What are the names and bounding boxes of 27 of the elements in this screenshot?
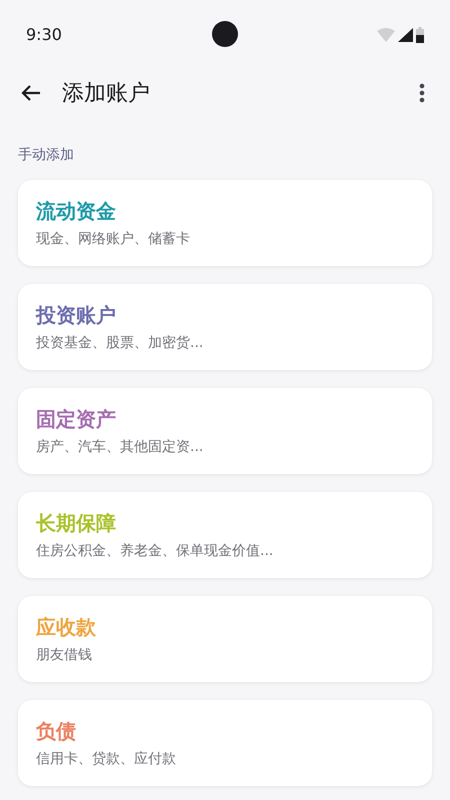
section-label: 手动添加 [18, 147, 74, 163]
account-type-title: 长期保障 [36, 510, 116, 537]
wifi-icon [377, 28, 395, 42]
account-type-card[interactable]: 投资账户 投资基金、股票、加密货... [18, 284, 432, 370]
account-type-title: 应收款 [36, 614, 96, 641]
account-type-description: 投资基金、股票、加密货... [36, 334, 204, 353]
account-type-title: 固定资产 [36, 406, 116, 433]
account-type-title: 负债 [36, 718, 76, 745]
account-type-card[interactable]: 流动资金 现金、网络账户、储蓄卡 [18, 180, 432, 266]
signal-icon [398, 28, 413, 42]
account-type-description: 信用卡、贷款、应付款 [36, 750, 176, 769]
more-vert-icon [419, 83, 425, 103]
status-time: 9:30 [26, 24, 62, 46]
account-type-description: 住房公积金、养老金、保单现金价值... [36, 542, 274, 561]
account-type-card[interactable]: 负债 信用卡、贷款、应付款 [18, 700, 432, 786]
account-type-card[interactable]: 应收款 朋友借钱 [18, 596, 432, 682]
account-type-title: 投资账户 [36, 302, 116, 329]
page-title: 添加账户 [62, 80, 150, 108]
account-type-title: 流动资金 [36, 198, 116, 225]
account-type-description: 现金、网络账户、储蓄卡 [36, 230, 190, 249]
camera-cutout [212, 21, 238, 47]
account-type-description: 朋友借钱 [36, 646, 92, 665]
account-type-card[interactable]: 固定资产 房产、汽车、其他固定资... [18, 388, 432, 474]
back-arrow-icon [21, 84, 41, 102]
account-type-card[interactable]: 长期保障 住房公积金、养老金、保单现金价值... [18, 492, 432, 578]
battery-icon [416, 27, 424, 43]
account-type-description: 房产、汽车、其他固定资... [36, 438, 204, 457]
